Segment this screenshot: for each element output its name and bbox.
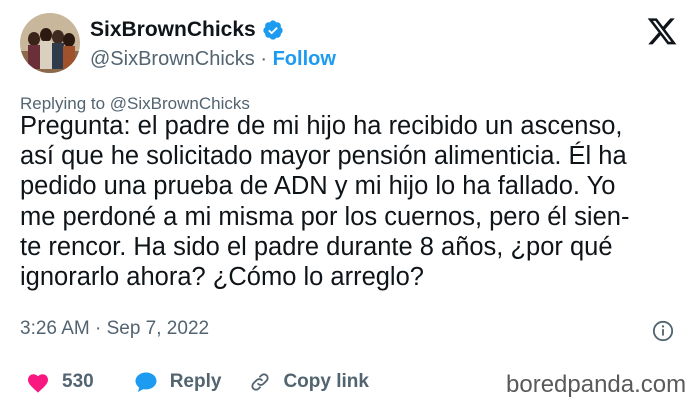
- copy-link-label: Copy link: [283, 371, 369, 392]
- author-name[interactable]: SixBrownChicks: [90, 18, 256, 42]
- reply-bubble-icon: [135, 372, 157, 392]
- author-name-row[interactable]: SixBrownChicks: [90, 18, 284, 42]
- tweet-text: Pregunta: el padre de mi hijo ha recibid…: [20, 111, 690, 292]
- handle-row: @SixBrownChicks · Follow: [90, 47, 336, 71]
- link-icon: [251, 373, 270, 391]
- heart-icon: [28, 374, 48, 393]
- separator-dot: ·: [260, 48, 268, 70]
- verified-badge-icon: [263, 20, 283, 40]
- follow-button[interactable]: Follow: [273, 48, 336, 70]
- x-logo-icon[interactable]: [646, 18, 678, 48]
- reply-label: Reply: [169, 371, 222, 392]
- tweet-line: me perdoné a mi misma por los cuernos, p…: [20, 202, 630, 231]
- avatar-image: [20, 13, 80, 73]
- author-handle[interactable]: @SixBrownChicks: [90, 48, 255, 70]
- reply-button[interactable]: Reply: [134, 371, 222, 393]
- like-count: 530: [62, 371, 94, 392]
- tweet-line: ignorarlo ahora? ¿Cómo lo arreglo?: [20, 263, 424, 292]
- tweet-line: te rencor. Ha sido el padre durante 8 añ…: [20, 232, 613, 261]
- tweet-line: Pregunta: el padre de mi hijo ha recibid…: [20, 112, 623, 140]
- action-bar: 530 Reply Copy link: [26, 371, 369, 393]
- tweet-line: pedido una prueba de ADN y mi hijo lo ha…: [20, 172, 616, 201]
- watermark: boredpanda.com: [506, 371, 687, 398]
- info-icon[interactable]: [652, 320, 674, 342]
- copy-link-button[interactable]: Copy link: [249, 371, 369, 393]
- avatar[interactable]: [20, 13, 80, 73]
- like-button[interactable]: 530: [26, 371, 94, 393]
- tweet-timestamp[interactable]: 3:26 AM · Sep 7, 2022: [20, 318, 209, 340]
- tweet-line: así que he solicitado mayor pensión alim…: [20, 142, 627, 171]
